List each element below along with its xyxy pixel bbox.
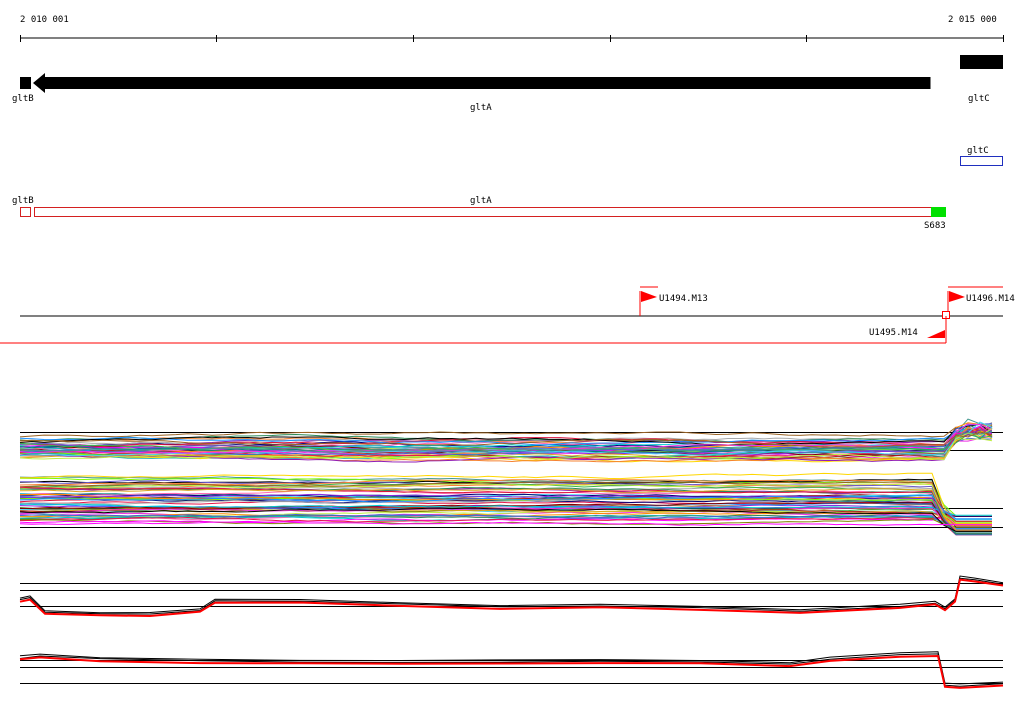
annotation-label-gltC: gltC: [967, 146, 989, 156]
summary-series-line: [19, 575, 1004, 614]
annotation-box-S683[interactable]: [931, 207, 946, 217]
expression-panel-reverse-summary: [19, 651, 1004, 689]
annotation-box-gltA[interactable]: [34, 207, 932, 217]
annotation-label-S683: S683: [924, 221, 946, 231]
tu-label-U1494: U1494.M13: [659, 294, 708, 304]
expression-panel-forward-summary: [19, 575, 1004, 618]
transcription-unit-track[interactable]: U1494.M13 U1496.M14 U1495.M14: [0, 286, 1015, 344]
annotation-track[interactable]: gltC gltB gltA S683: [12, 146, 1003, 231]
tu-label-U1495: U1495.M14: [869, 328, 918, 338]
genome-browser-view: 2 010 001 2 015 000 gltB gltA gltC gltC …: [0, 15, 1015, 689]
tu-U1495-flag[interactable]: [927, 330, 945, 338]
gene-label-gltC: gltC: [968, 94, 990, 104]
annotation-box-gltC[interactable]: [960, 156, 1003, 166]
expression-panel-reverse-conditions: [19, 472, 1003, 536]
gene-gltA[interactable]: [33, 73, 931, 93]
gene-gltC[interactable]: [960, 55, 1003, 69]
gene-label-gltA: gltA: [470, 103, 492, 113]
gene-label-gltB: gltB: [12, 94, 34, 104]
annotation-box-gltB[interactable]: [20, 207, 31, 217]
tu-label-U1496: U1496.M14: [966, 294, 1015, 304]
gene-gltB[interactable]: [20, 77, 31, 89]
ruler-start-label: 2 010 001: [20, 15, 69, 25]
tu-U1494-flag[interactable]: [641, 291, 657, 302]
annotation-label-gltB: gltB: [12, 196, 34, 206]
tu-U1496-flag[interactable]: [949, 291, 965, 302]
ruler-end-label: 2 015 000: [948, 15, 997, 25]
annotation-label-gltA: gltA: [470, 196, 492, 206]
gene-track[interactable]: gltB gltA gltC: [12, 55, 1003, 113]
expression-panel-forward-conditions: [19, 418, 1003, 463]
summary-series-line: [19, 578, 1004, 618]
coordinate-ruler: 2 010 001 2 015 000: [20, 15, 1004, 42]
